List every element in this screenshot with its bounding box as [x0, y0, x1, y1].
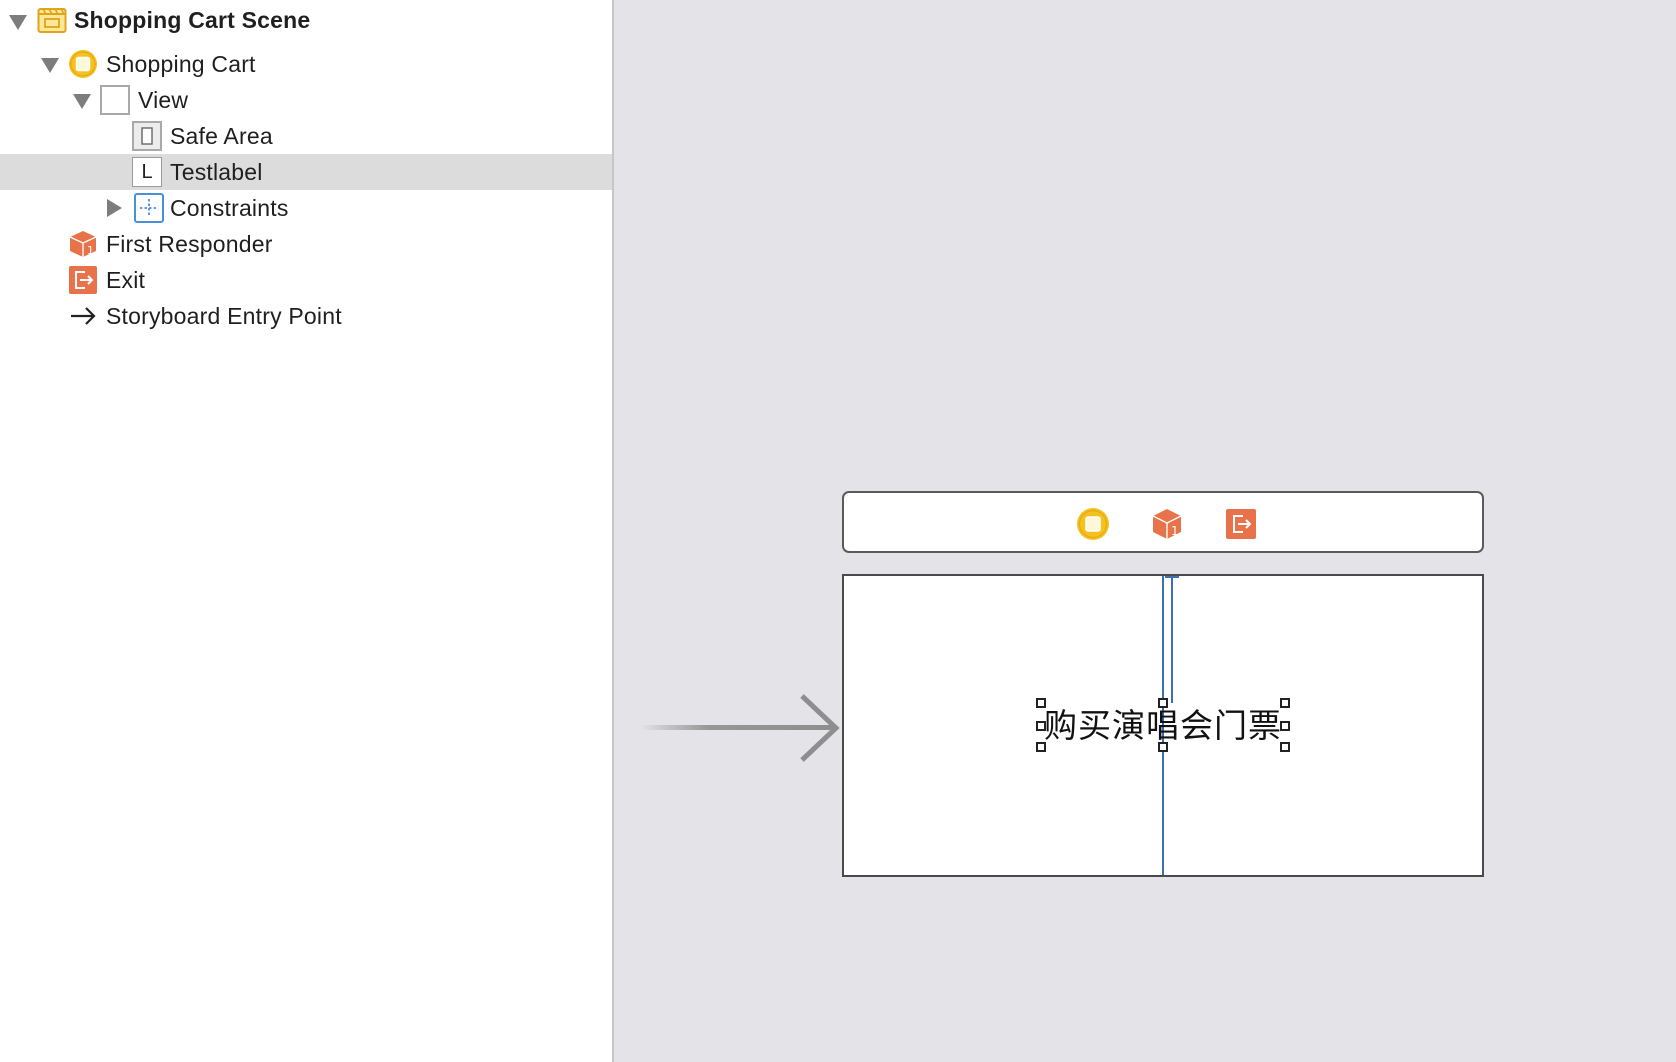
resize-handle-bottom-right[interactable] [1280, 742, 1290, 752]
scene-dock: 1 [842, 491, 1484, 553]
resize-handle-top[interactable] [1158, 698, 1168, 708]
safe-area-icon [132, 121, 162, 151]
resize-handle-left[interactable] [1036, 721, 1046, 731]
disclosure-triangle-collapsed-icon[interactable] [107, 199, 122, 217]
outline-item-label: Constraints [170, 194, 289, 221]
disclosure-triangle-expanded-icon[interactable] [73, 94, 91, 109]
outline-item-label: Storyboard Entry Point [106, 302, 342, 329]
outline-item-label: Testlabel [170, 158, 263, 185]
view-controller-icon [69, 50, 97, 78]
outline-item-view[interactable]: View [0, 82, 612, 118]
view-controller-icon[interactable] [1076, 507, 1110, 541]
disclosure-triangle-expanded-icon[interactable] [41, 58, 59, 73]
arrow-right-icon [71, 307, 96, 325]
outline-item-label: View [138, 86, 189, 113]
first-responder-icon[interactable]: 1 [1150, 507, 1184, 541]
document-outline: Shopping Cart Scene Shopping Cart View S… [0, 0, 614, 1062]
outline-item-safe-area[interactable]: Safe Area [0, 118, 612, 154]
svg-text:1: 1 [1171, 524, 1179, 538]
disclosure-triangle-expanded-icon[interactable] [9, 15, 27, 30]
outline-item-label: First Responder [106, 230, 273, 257]
scene-icon [37, 8, 67, 33]
resize-handle-bottom-left[interactable] [1036, 742, 1046, 752]
outline-item-testlabel[interactable]: L Testlabel [0, 154, 612, 190]
outline-item-shopping-cart-scene[interactable]: Shopping Cart Scene [0, 2, 612, 38]
outline-item-exit[interactable]: Exit [0, 262, 612, 298]
outline-item-storyboard-entry-point[interactable]: Storyboard Entry Point [0, 298, 612, 334]
view-icon [100, 85, 130, 115]
outline-item-first-responder[interactable]: 1 First Responder [0, 226, 612, 262]
svg-text:1: 1 [87, 244, 94, 257]
constraints-icon [134, 193, 164, 223]
outline-item-constraints[interactable]: Constraints [0, 190, 612, 226]
outline-item-label: Safe Area [170, 122, 273, 149]
label-icon: L [132, 157, 162, 187]
outline-item-label: Shopping Cart [106, 50, 256, 77]
resize-handle-top-left[interactable] [1036, 698, 1046, 708]
outline-item-shopping-cart[interactable]: Shopping Cart [0, 46, 612, 82]
exit-icon [69, 266, 97, 294]
exit-icon[interactable] [1224, 507, 1258, 541]
first-responder-icon: 1 [69, 231, 97, 257]
resize-handle-bottom[interactable] [1158, 742, 1168, 752]
resize-handle-top-right[interactable] [1280, 698, 1290, 708]
storyboard-entry-arrow-icon[interactable] [640, 690, 844, 770]
outline-item-label: Exit [106, 266, 146, 293]
outline-item-label: Shopping Cart Scene [74, 6, 311, 33]
resize-handle-right[interactable] [1280, 721, 1290, 731]
